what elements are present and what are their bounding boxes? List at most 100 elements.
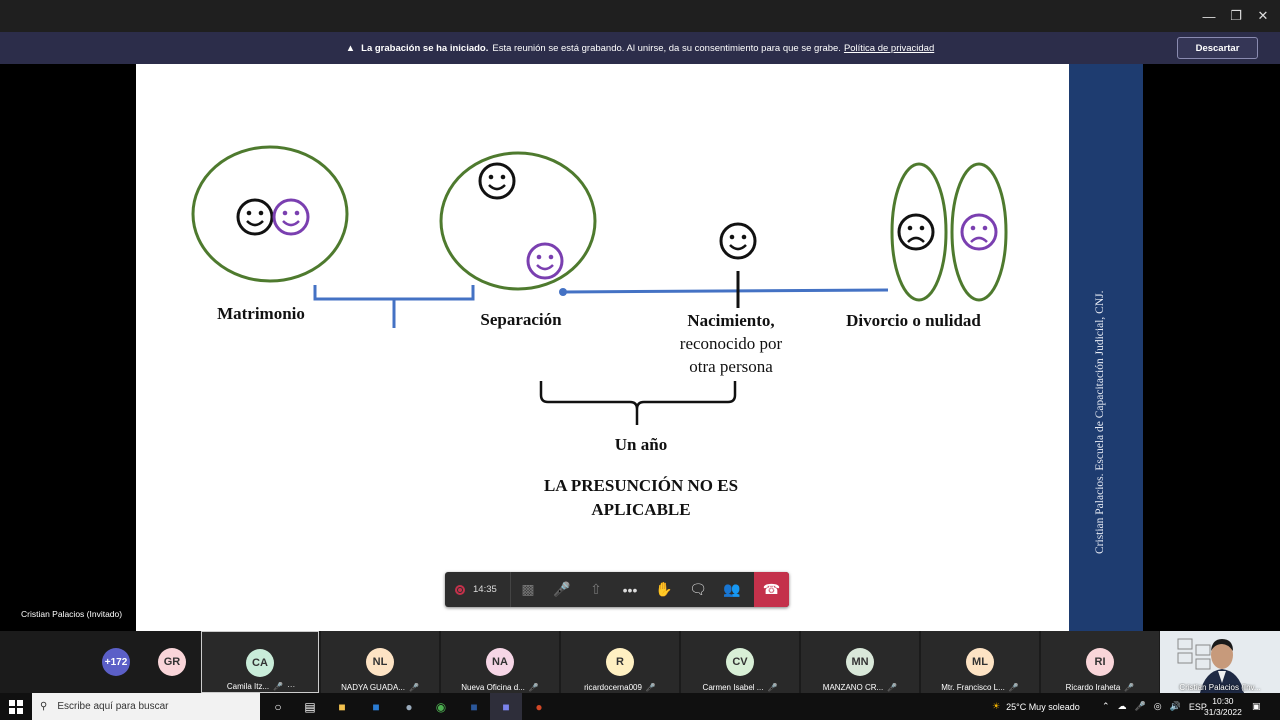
- label-presuncion-1: LA PRESUNCIÓN NO ES: [543, 476, 739, 495]
- avatar: ML: [966, 648, 994, 676]
- participant-name: Carmen Isabel ...: [702, 683, 764, 692]
- clock-date: 31/3/2022: [1204, 706, 1242, 717]
- avatar: CV: [726, 648, 754, 676]
- participant-tile[interactable]: ML Mtr. Francisco L... 🎤: [921, 631, 1039, 693]
- outlook-icon[interactable]: ■: [360, 693, 392, 720]
- raise-hand-icon[interactable]: ✋: [647, 572, 681, 607]
- slide-diagram: [191, 145, 1008, 425]
- mic-off-icon: 🎤: [645, 683, 656, 692]
- volume-icon[interactable]: 🔊: [1170, 701, 1181, 712]
- participant-name: ricardocerna009: [584, 683, 642, 692]
- chrome-icon[interactable]: ◉: [425, 693, 457, 720]
- separation-circle: [439, 151, 597, 291]
- more-options-icon[interactable]: •••: [613, 572, 647, 607]
- mic-off-icon[interactable]: 🎤: [545, 572, 579, 607]
- warning-icon: ▲: [345, 42, 356, 54]
- purple-smiley-face: [526, 242, 564, 280]
- windows-taskbar: ⚲ Escribe aquí para buscar ○ ▤ ■ ■ ● ◉ ■…: [0, 693, 1280, 720]
- share-screen-icon[interactable]: ⇧: [579, 572, 613, 607]
- participant-strip: +172 GR CA Camila Itz... 🎤 ⋯ NL NADYA GUAD…: [0, 631, 1280, 693]
- self-video-tile[interactable]: Cristian Palacios (Inv...: [1160, 631, 1280, 693]
- meeting-controls: 14:35 ▩ 🎤 ⇧ ••• ✋ 🗨 👥 ☎: [445, 572, 789, 607]
- more-icon[interactable]: ⋯: [287, 682, 295, 691]
- side-credit-text: Cristian Palacios. Escuela de Capacitaci…: [1094, 290, 1106, 554]
- close-icon[interactable]: ✕: [1246, 0, 1280, 32]
- chat-icon[interactable]: 🗨: [681, 572, 715, 607]
- word-icon[interactable]: ■: [458, 693, 490, 720]
- participant-tile[interactable]: MN MANZANO CR... 🎤: [801, 631, 919, 693]
- mic-off-icon: 🎤: [1008, 683, 1019, 692]
- participant-avatar-gr[interactable]: GR: [158, 648, 186, 676]
- participant-tile[interactable]: RI Ricardo Iraheta 🎤: [1041, 631, 1159, 693]
- black-sad-face: [897, 213, 935, 251]
- participant-name: Nueva Oficina d...: [461, 683, 525, 692]
- system-tray: ⌃ ☁ 🎤 ◎ 🔊 ESP: [1102, 693, 1207, 720]
- slide-side-band: Cristian Palacios. Escuela de Capacitaci…: [1069, 64, 1143, 631]
- microphone-icon[interactable]: 🎤: [1135, 701, 1146, 712]
- dismiss-button[interactable]: Descartar: [1177, 37, 1258, 59]
- banner-text: Esta reunión se está grabando. Al unirse…: [492, 42, 841, 54]
- chevron-up-icon[interactable]: ⌃: [1102, 701, 1110, 712]
- mic-off-icon: 🎤: [887, 683, 898, 692]
- participant-tile[interactable]: CA Camila Itz... 🎤 ⋯: [201, 631, 319, 693]
- taskbar-search-box[interactable]: ⚲ Escribe aquí para buscar: [32, 693, 260, 720]
- network-icon[interactable]: ◎: [1154, 701, 1162, 712]
- teams-icon[interactable]: ■: [490, 693, 522, 720]
- search-placeholder: Escribe aquí para buscar: [57, 701, 169, 712]
- participant-name: Camila Itz...: [226, 682, 270, 691]
- avatar: NL: [366, 648, 394, 676]
- task-view-icon[interactable]: ▤: [294, 693, 326, 720]
- participant-tile[interactable]: CV Carmen Isabel ... 🎤: [681, 631, 799, 693]
- banner-bold-text: La grabación se ha iniciado.: [361, 42, 489, 54]
- start-button[interactable]: [0, 693, 32, 720]
- powerpoint-icon[interactable]: ●: [523, 693, 555, 720]
- timeline-line: [562, 288, 889, 294]
- weather-widget[interactable]: ☀ 25°C Muy soleado: [992, 693, 1080, 720]
- mic-off-icon: 🎤: [1124, 683, 1135, 692]
- participant-tile[interactable]: NL NADYA GUADA... 🎤: [321, 631, 439, 693]
- avatar: NA: [486, 648, 514, 676]
- timer-text: 14:35: [473, 584, 497, 595]
- window-title-bar: — ❐ ✕: [0, 0, 1280, 32]
- label-matrimonio: Matrimonio: [217, 304, 305, 323]
- label-nacimiento: Nacimiento,: [687, 311, 775, 330]
- mic-off-icon: 🎤: [528, 683, 539, 692]
- cortana-icon[interactable]: ○: [262, 693, 294, 720]
- file-explorer-icon[interactable]: ■: [326, 693, 358, 720]
- purple-smiley-face: [272, 198, 310, 236]
- participant-name: Ricardo Iraheta: [1065, 683, 1121, 692]
- divorce-ellipse-right: [950, 162, 1008, 302]
- participant-name: Mtr. Francisco L...: [941, 683, 1005, 692]
- participant-tile[interactable]: R ricardocerna009 🎤: [561, 631, 679, 693]
- clock[interactable]: 10:30 31/3/2022: [1204, 693, 1242, 720]
- black-smiley-face: [478, 162, 516, 200]
- label-reconocido-1: reconocido por: [679, 334, 783, 353]
- recording-icon: [455, 584, 465, 595]
- camera-off-icon[interactable]: ▩: [511, 572, 545, 607]
- app-icon[interactable]: ●: [393, 693, 425, 720]
- participants-icon[interactable]: 👥: [715, 572, 749, 607]
- weather-text: 25°C Muy soleado: [1006, 701, 1080, 712]
- black-smiley-face: [236, 198, 274, 236]
- privacy-link[interactable]: Política de privacidad: [844, 43, 934, 54]
- more-participants-badge[interactable]: +172: [102, 648, 130, 676]
- hang-up-button[interactable]: ☎: [754, 572, 789, 607]
- label-reconocido-2: otra persona: [689, 357, 773, 376]
- mic-off-icon: 🎤: [767, 683, 778, 692]
- sun-icon: ☀: [992, 701, 1001, 711]
- notification-icon[interactable]: ▣: [1252, 693, 1261, 720]
- windows-logo-icon: [9, 699, 23, 714]
- recording-timer: 14:35: [445, 572, 511, 607]
- purple-sad-face: [960, 213, 998, 251]
- marriage-circle: [191, 145, 349, 283]
- black-smiley-face: [719, 222, 757, 260]
- participant-tile[interactable]: NA Nueva Oficina d... 🎤: [441, 631, 559, 693]
- label-divorcio: Divorcio o nulidad: [846, 311, 981, 330]
- participant-name: MANZANO CR...: [822, 683, 884, 692]
- mic-off-icon: 🎤: [273, 682, 284, 691]
- year-brace: [539, 381, 737, 425]
- presenter-label: Cristian Palacios (Invitado): [21, 609, 123, 619]
- label-separacion: Separación: [480, 310, 562, 329]
- label-presuncion-2: APLICABLE: [591, 500, 691, 519]
- cloud-icon[interactable]: ☁: [1118, 701, 1127, 712]
